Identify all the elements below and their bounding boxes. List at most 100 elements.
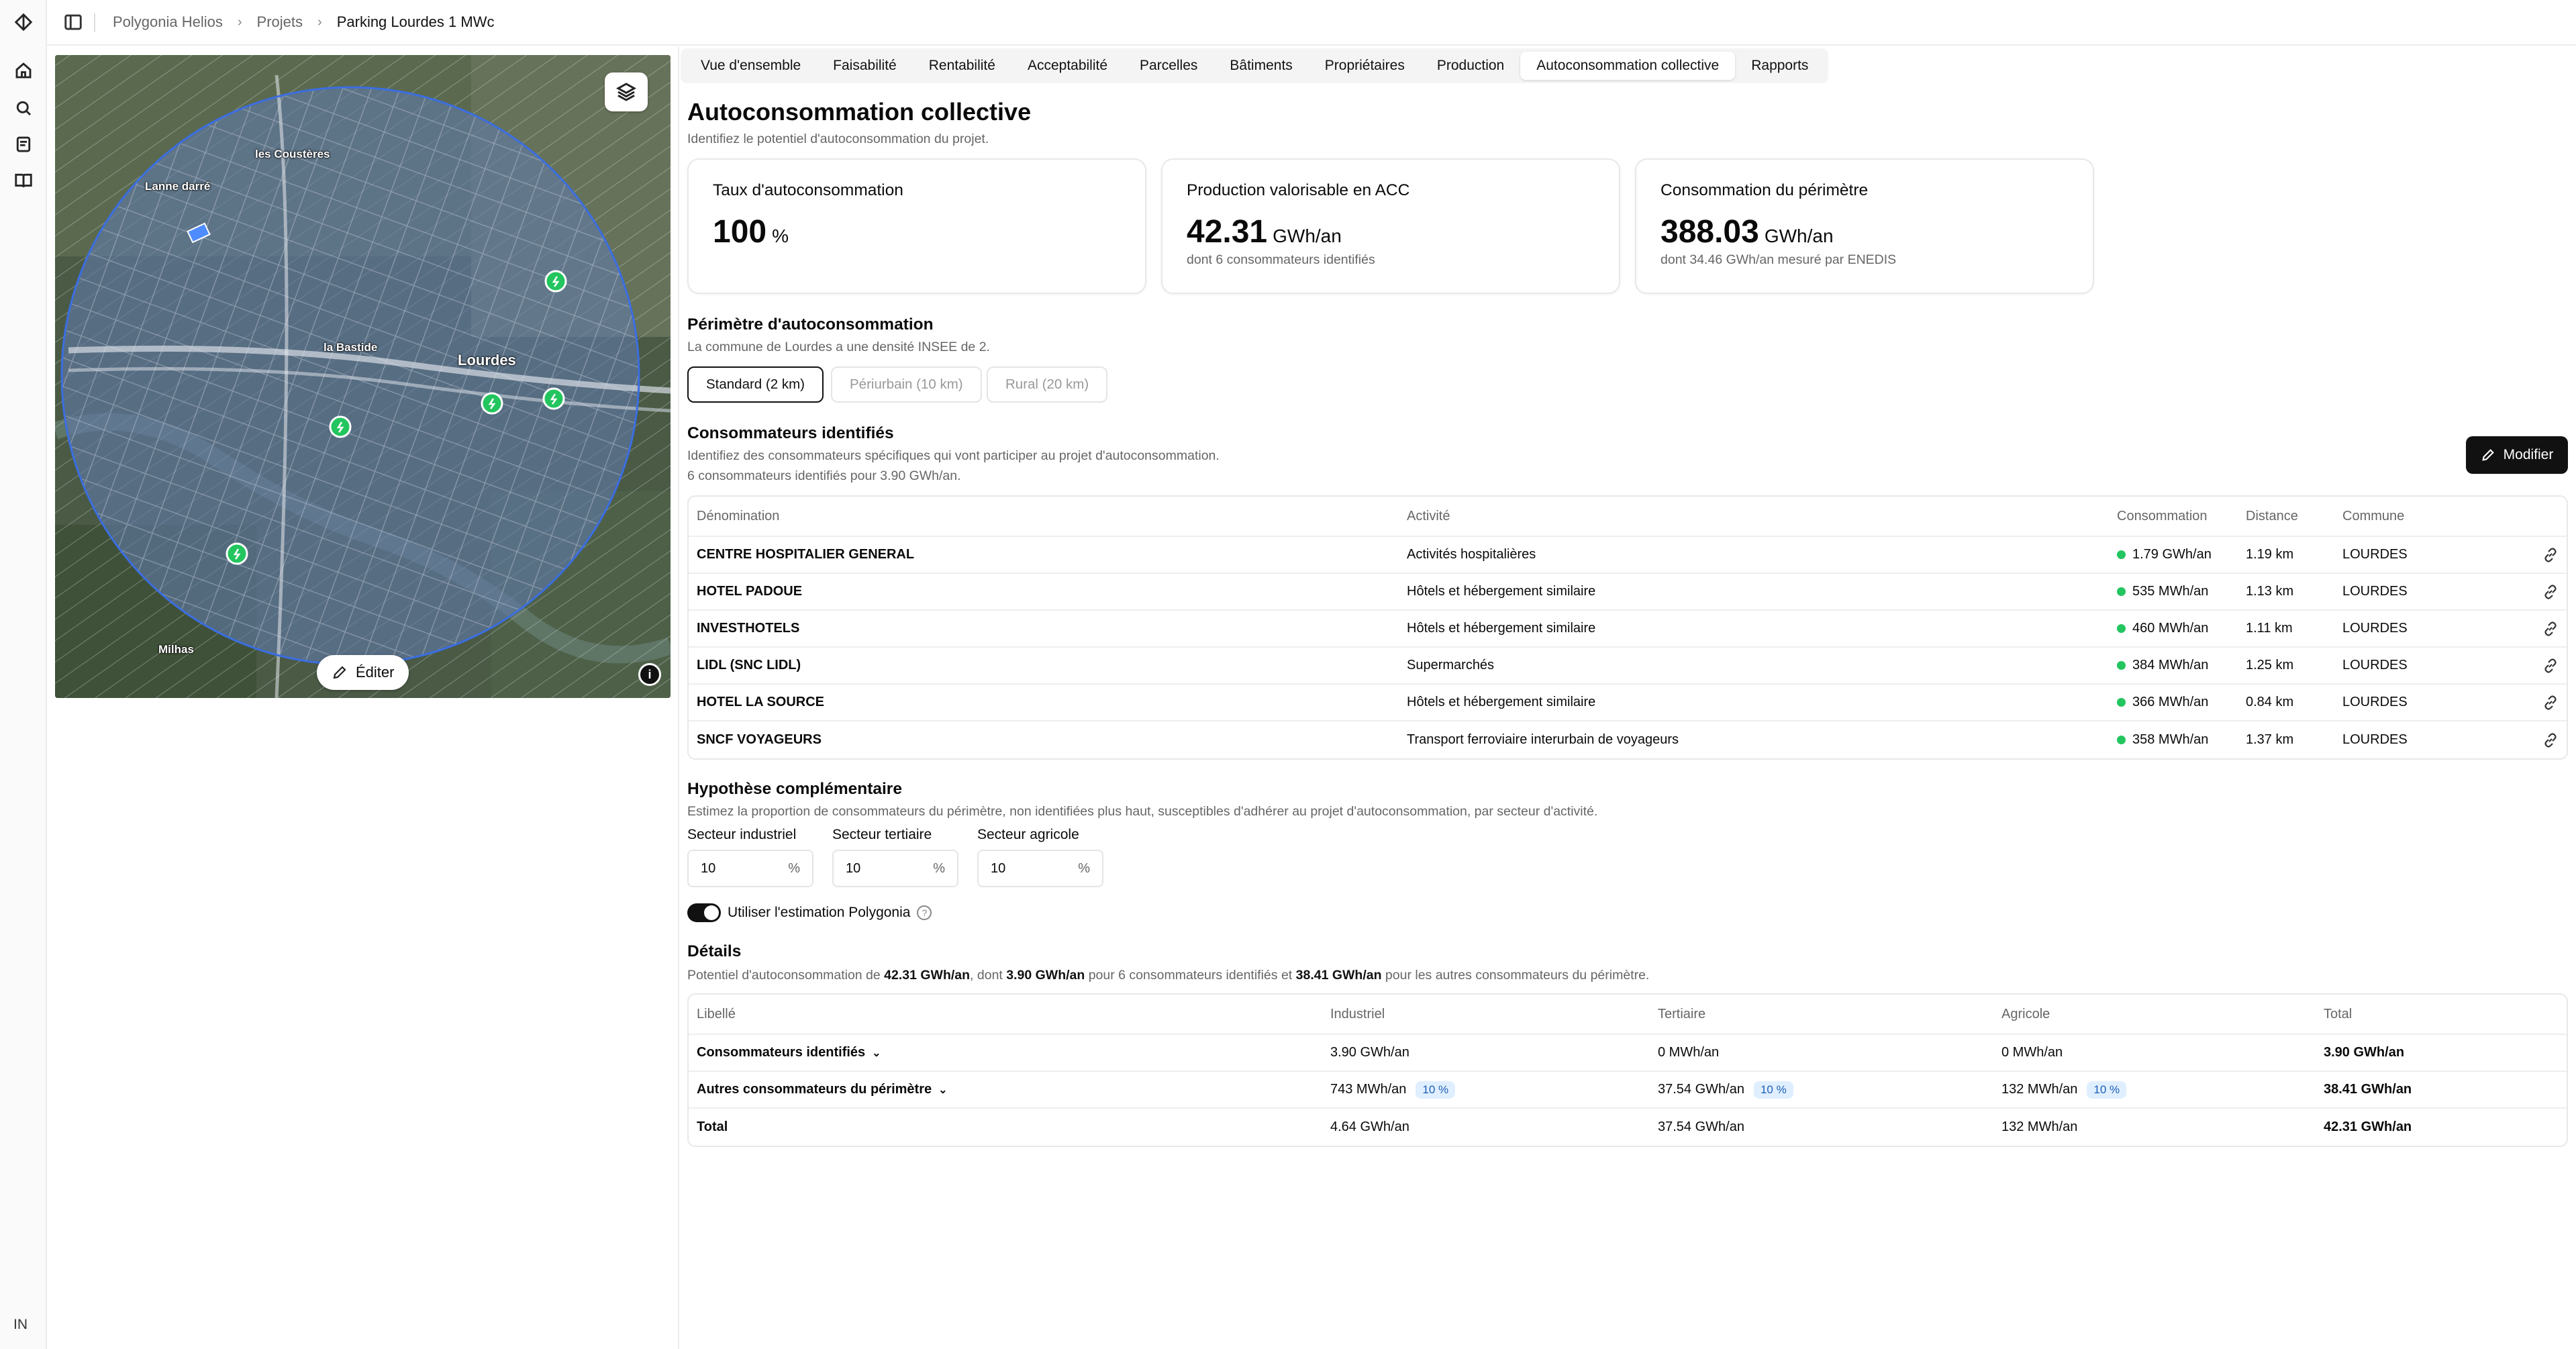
kpi-card-valorizable-production: Production valorisable en ACC 42.31 GWh/a…: [1161, 158, 1620, 294]
consumer-consumption: 384 MWh/an: [2117, 648, 2208, 683]
consumer-name: HOTEL LA SOURCE: [697, 695, 825, 709]
pencil-icon: [2481, 449, 2494, 461]
table-row[interactable]: INVESTHOTELS Hôtels et hébergement simil…: [689, 611, 2567, 648]
table-row[interactable]: HOTEL LA SOURCE Hôtels et hébergement si…: [689, 685, 2567, 721]
tab-profitability[interactable]: Rentabilité: [913, 52, 1011, 80]
column-header: Libellé: [697, 1006, 736, 1021]
consumer-distance: 0.84 km: [2246, 695, 2294, 709]
percent-badge: 10 %: [1416, 1081, 1456, 1099]
layers-button[interactable]: [605, 72, 648, 111]
link-icon[interactable]: [2542, 721, 2559, 758]
pencil-icon: [333, 666, 346, 679]
polygonia-estimate-toggle[interactable]: [687, 903, 721, 922]
hypothesis-description: Estimez la proportion de consommateurs d…: [687, 804, 1598, 819]
kpi-value: 100%: [713, 214, 789, 250]
chevron-right-icon: ›: [237, 14, 242, 30]
consumer-distance: 1.11 km: [2246, 621, 2293, 636]
consumers-description: Identifiez des consommateurs spécifiques…: [687, 448, 1220, 463]
consumer-activity: Transport ferroviaire interurbain de voy…: [1407, 732, 1679, 747]
page-title: Autoconsommation collective: [687, 98, 1032, 126]
satellite-map: [55, 55, 671, 698]
tab-reports[interactable]: Rapports: [1735, 52, 1824, 80]
consumer-consumption: 366 MWh/an: [2117, 685, 2208, 720]
breadcrumb-item[interactable]: Projets: [257, 13, 303, 31]
search-icon[interactable]: [12, 97, 35, 119]
column-header: Total: [2324, 1006, 2352, 1021]
status-dot: [2117, 661, 2126, 670]
details-tertiary: 0 MWh/an: [1658, 1045, 1720, 1060]
details-industrial: 3.90 GWh/an: [1330, 1045, 1409, 1060]
hypothesis-title: Hypothèse complémentaire: [687, 780, 902, 798]
help-icon[interactable]: ?: [917, 905, 932, 920]
consumer-consumption: 460 MWh/an: [2117, 611, 2208, 646]
perimeter-option-standard[interactable]: Standard (2 km): [687, 366, 824, 403]
sidebar-toggle-icon[interactable]: [63, 12, 83, 32]
details-total: 42.31 GWh/an: [2324, 1119, 2412, 1134]
tertiary-sector-label: Secteur tertiaire: [832, 827, 932, 842]
home-icon[interactable]: [12, 59, 35, 82]
consumer-distance: 1.19 km: [2246, 547, 2294, 562]
table-row-total: Total 4.64 GWh/an 37.54 GWh/an 132 MWh/a…: [689, 1109, 2567, 1146]
status-dot: [2117, 698, 2126, 707]
tertiary-sector-input[interactable]: 10%: [832, 850, 958, 887]
modify-button[interactable]: Modifier: [2466, 436, 2568, 474]
edit-map-button[interactable]: Éditer: [317, 655, 409, 690]
agricultural-sector-label: Secteur agricole: [977, 827, 1079, 842]
table-row[interactable]: Autres consommateurs du périmètre ⌄ 743 M…: [689, 1072, 2567, 1109]
agricultural-sector-input[interactable]: 10%: [977, 850, 1103, 887]
consumer-activity: Hôtels et hébergement similaire: [1407, 695, 1596, 709]
column-header: Consommation: [2117, 508, 2208, 523]
tab-acceptability[interactable]: Acceptabilité: [1011, 52, 1124, 80]
status-dot: [2117, 550, 2126, 559]
column-header: Industriel: [1330, 1006, 1385, 1021]
tab-owners[interactable]: Propriétaires: [1309, 52, 1421, 80]
link-icon[interactable]: [2542, 574, 2559, 609]
logo-icon[interactable]: [12, 11, 35, 34]
tab-production[interactable]: Production: [1421, 52, 1520, 80]
link-icon[interactable]: [2542, 685, 2559, 720]
details-agricultural: 132 MWh/an: [2001, 1119, 2078, 1134]
perimeter-title: Périmètre d'autoconsommation: [687, 315, 934, 334]
tab-buildings[interactable]: Bâtiments: [1213, 52, 1308, 80]
consumer-distance: 1.25 km: [2246, 658, 2294, 672]
status-dot: [2117, 736, 2126, 744]
panel-divider: [678, 47, 679, 1349]
consumer-commune: LOURDES: [2342, 584, 2408, 599]
info-icon[interactable]: i: [638, 663, 661, 686]
table-row[interactable]: Consommateurs identifiés ⌄ 3.90 GWh/an 0 …: [689, 1035, 2567, 1072]
consumer-activity: Activités hospitalières: [1407, 547, 1536, 562]
map-label: Lanne darré: [145, 180, 211, 193]
consumer-consumption: 358 MWh/an: [2117, 721, 2208, 758]
consumer-consumption: 1.79 GWh/an: [2117, 537, 2212, 572]
table-row[interactable]: LIDL (SNC LIDL) Supermarchés 384 MWh/an …: [689, 648, 2567, 685]
industrial-sector-label: Secteur industriel: [687, 827, 797, 842]
user-initials[interactable]: IN: [13, 1317, 28, 1333]
details-row-label: Total: [697, 1119, 728, 1134]
tab-overview[interactable]: Vue d'ensemble: [685, 52, 817, 80]
consumer-commune: LOURDES: [2342, 695, 2408, 709]
details-row-label[interactable]: Consommateurs identifiés ⌄: [697, 1035, 881, 1070]
link-icon[interactable]: [2542, 537, 2559, 572]
map[interactable]: les Coustères Lanne darré la Bastide Lou…: [55, 55, 671, 698]
link-icon[interactable]: [2542, 648, 2559, 683]
projects-icon[interactable]: [12, 133, 35, 156]
tab-collective-self-consumption[interactable]: Autoconsommation collective: [1520, 52, 1736, 80]
breadcrumb-item[interactable]: Polygonia Helios: [113, 13, 223, 31]
column-header: Distance: [2246, 508, 2298, 523]
book-icon[interactable]: [12, 169, 35, 192]
consumers-table: Dénomination Activité Consommation Dista…: [687, 495, 2568, 760]
perimeter-option-rural[interactable]: Rural (20 km): [987, 366, 1108, 403]
tab-parcels[interactable]: Parcelles: [1124, 52, 1213, 80]
table-row[interactable]: CENTRE HOSPITALIER GENERAL Activités hos…: [689, 537, 2567, 574]
perimeter-option-periurban[interactable]: Périurbain (10 km): [831, 366, 982, 403]
table-row[interactable]: HOTEL PADOUE Hôtels et hébergement simil…: [689, 574, 2567, 611]
kpi-subtext: dont 34.46 GWh/an mesuré par ENEDIS: [1661, 252, 1897, 267]
table-row[interactable]: SNCF VOYAGEURS Transport ferroviaire int…: [689, 721, 2567, 758]
chevron-right-icon: ›: [317, 14, 322, 30]
status-dot: [2117, 624, 2126, 633]
consumer-name: LIDL (SNC LIDL): [697, 658, 801, 672]
tab-feasibility[interactable]: Faisabilité: [817, 52, 913, 80]
details-row-label[interactable]: Autres consommateurs du périmètre ⌄: [697, 1072, 948, 1107]
link-icon[interactable]: [2542, 611, 2559, 646]
industrial-sector-input[interactable]: 10%: [687, 850, 813, 887]
